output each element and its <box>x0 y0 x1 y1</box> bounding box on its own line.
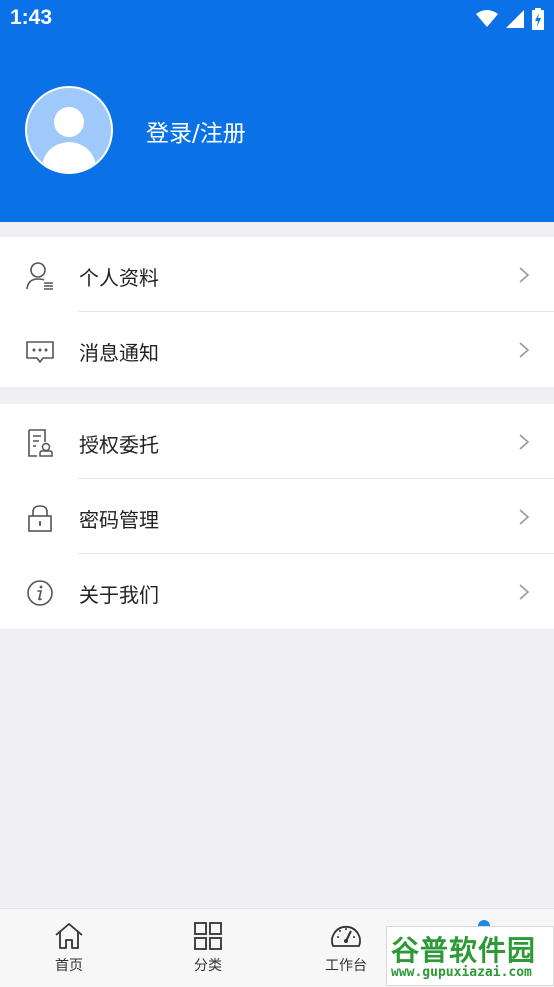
chevron-right-icon <box>519 342 530 358</box>
authorization-document-icon <box>28 429 53 457</box>
menu-item-label: 消息通知 <box>79 341 159 365</box>
signal-icon <box>506 10 524 28</box>
profile-header: 1:43 登录/注册 <box>0 0 554 222</box>
tab-workbench[interactable]: 工作台 <box>306 917 386 983</box>
dashboard-icon <box>331 925 361 947</box>
chevron-right-icon <box>519 509 530 525</box>
chevron-right-icon <box>519 584 530 600</box>
menu-item-about[interactable]: 关于我们 <box>0 554 554 629</box>
watermark-title: 谷普软件园 <box>391 934 537 967</box>
status-time: 1:43 <box>10 6 53 29</box>
menu-item-label: 授权委托 <box>79 433 159 457</box>
menu-group-account: 个人资料 消息通知 <box>0 237 554 387</box>
home-icon <box>55 923 83 949</box>
info-icon <box>27 580 53 606</box>
chevron-right-icon <box>519 434 530 450</box>
menu-group-settings: 授权委托 密码管理 关于我们 <box>0 404 554 629</box>
lock-icon <box>28 505 52 532</box>
status-icons <box>476 8 544 30</box>
chevron-right-icon <box>519 267 530 283</box>
user-profile-icon <box>26 262 53 290</box>
avatar[interactable] <box>25 86 113 174</box>
tab-home[interactable]: 首页 <box>29 917 109 983</box>
menu-item-profile[interactable]: 个人资料 <box>0 237 554 312</box>
menu-item-label: 密码管理 <box>79 508 159 532</box>
message-icon <box>26 341 54 363</box>
tab-label: 分类 <box>194 958 222 974</box>
menu-item-notifications[interactable]: 消息通知 <box>0 312 554 387</box>
tab-label: 首页 <box>55 958 83 974</box>
status-bar: 1:43 <box>0 0 554 38</box>
battery-icon <box>532 8 544 30</box>
menu-item-label: 关于我们 <box>79 583 159 607</box>
wifi-icon <box>476 10 498 27</box>
tab-category[interactable]: 分类 <box>168 917 248 983</box>
menu-item-label: 个人资料 <box>79 266 159 290</box>
grid-icon <box>194 922 222 950</box>
menu-item-password[interactable]: 密码管理 <box>0 479 554 554</box>
watermark-url: www.gupuxiazai.com <box>391 965 532 980</box>
watermark-logo: 谷普软件园 www.gupuxiazai.com <box>386 926 554 986</box>
user-silhouette-icon <box>41 107 97 172</box>
menu-item-authorization[interactable]: 授权委托 <box>0 404 554 479</box>
login-register-link[interactable]: 登录/注册 <box>146 114 246 148</box>
tab-label: 工作台 <box>325 958 367 974</box>
